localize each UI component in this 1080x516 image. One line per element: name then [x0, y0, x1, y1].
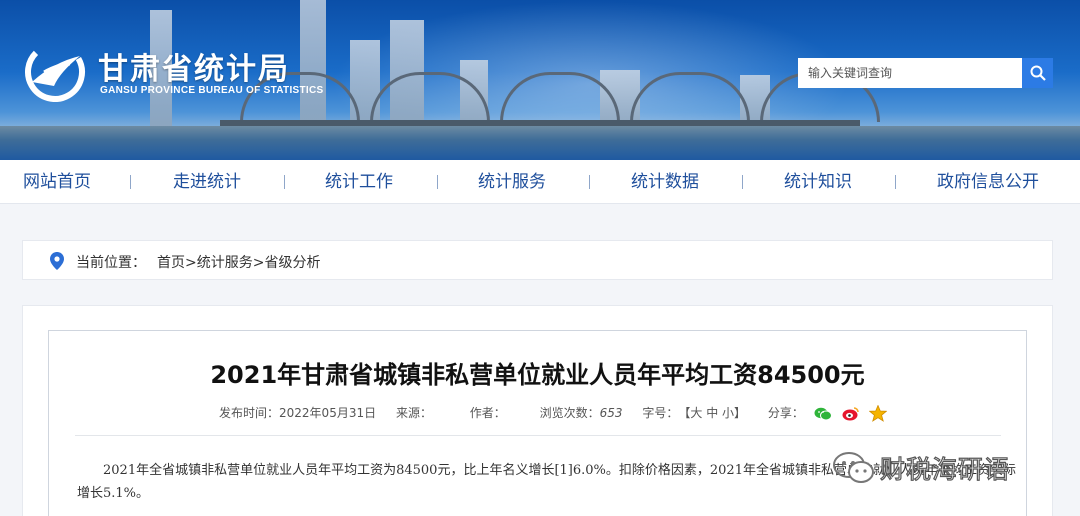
breadcrumb-path[interactable]: 首页>统计服务>省级分析 — [157, 252, 320, 272]
search-input[interactable] — [798, 58, 1022, 88]
publish-date-label: 发布时间： — [219, 406, 280, 420]
nav-separator — [895, 175, 896, 189]
site-title[interactable]: 甘肃省统计局 — [98, 44, 290, 88]
search-icon — [1030, 65, 1046, 81]
weibo-share-icon[interactable] — [842, 406, 860, 421]
nav-separator — [589, 175, 590, 189]
watermark-text: 财税海研语 — [879, 454, 1011, 484]
favorite-star-icon[interactable] — [869, 405, 888, 422]
article-title: 2021年甘肃省城镇非私营单位就业人员年平均工资84500元 — [210, 361, 865, 389]
share-label: 分享： — [767, 406, 804, 420]
main-nav: 网站首页 走进统计 统计工作 统计服务 统计数据 统计知识 政府信息公开 — [0, 160, 1080, 204]
nav-item-about[interactable]: 走进统计 — [168, 160, 246, 204]
river — [0, 126, 1080, 160]
site-subtitle: GANSU PROVINCE BUREAU OF STATISTICS — [100, 85, 324, 96]
breadcrumb-label: 当前位置： — [76, 255, 146, 271]
meta-divider — [75, 435, 1001, 436]
nav-item-data[interactable]: 统计数据 — [626, 160, 704, 204]
wechat-icon — [833, 452, 874, 483]
article-meta: 发布时间：2022年05月31日 来源： 作者： 浏览次数：653 字号：【大 … — [219, 404, 888, 422]
nav-item-work[interactable]: 统计工作 — [320, 160, 398, 204]
wechat-share-icon[interactable] — [814, 407, 832, 421]
location-pin-icon — [50, 252, 64, 270]
source-label: 来源： — [395, 406, 432, 420]
nav-separator — [130, 175, 131, 189]
search-button[interactable] — [1022, 58, 1053, 88]
watermark: 财税海研语 — [832, 448, 1010, 488]
nav-separator — [742, 175, 743, 189]
nav-item-knowledge[interactable]: 统计知识 — [779, 160, 857, 204]
nav-item-service[interactable]: 统计服务 — [473, 160, 551, 204]
views-label: 浏览次数： — [539, 406, 600, 420]
font-size-switcher[interactable]: 【大 中 小】 — [678, 404, 746, 421]
nav-item-home[interactable]: 网站首页 — [18, 160, 96, 204]
article: 2021年甘肃省城镇非私营单位就业人员年平均工资84500元 发布时间：2022… — [48, 330, 1027, 516]
breadcrumb: 当前位置： 首页>统计服务>省级分析 — [22, 240, 1053, 280]
header-banner: 甘肃省统计局 GANSU PROVINCE BUREAU OF STATISTI… — [0, 0, 1080, 160]
author-label: 作者： — [469, 406, 506, 420]
nav-item-gov-info[interactable]: 政府信息公开 — [932, 160, 1044, 204]
publish-date: 2022年05月31日 — [279, 406, 377, 420]
nav-separator — [284, 175, 285, 189]
views-count: 653 — [599, 406, 623, 420]
font-size-label: 字号： — [642, 406, 679, 420]
nav-separator — [437, 175, 438, 189]
gansu-statistics-logo-icon — [25, 42, 85, 102]
